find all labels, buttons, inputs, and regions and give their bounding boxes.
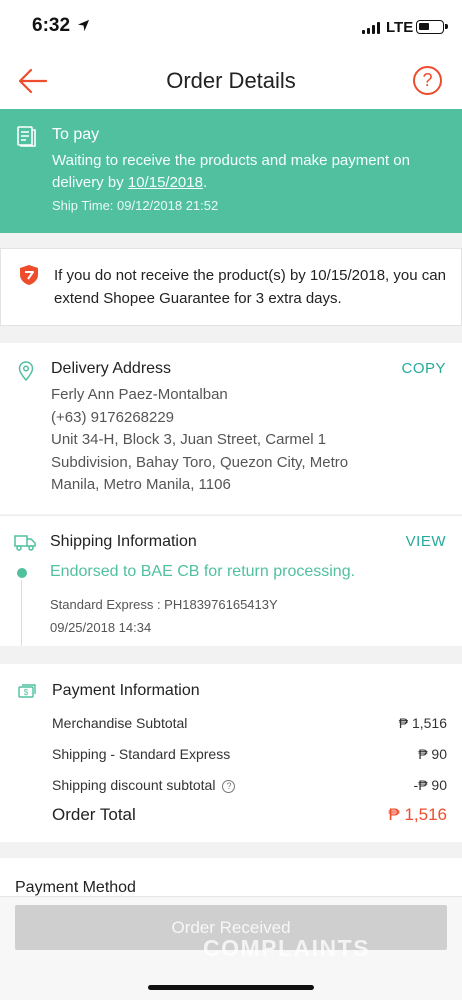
recipient-name: Ferly Ann Paez-Montalban xyxy=(51,386,228,403)
svg-text:$: $ xyxy=(24,688,29,697)
shipping-information-section: Shipping Information VIEW Endorsed to BA… xyxy=(0,515,462,646)
info-icon[interactable]: ? xyxy=(222,780,236,793)
timeline-dot xyxy=(17,568,27,578)
shipping-fee-row: Shipping - Standard Express ₱ 90 xyxy=(52,746,447,762)
payment-method-title: Payment Method xyxy=(15,879,136,896)
money-icon: $ xyxy=(18,684,36,698)
payment-method-section: Payment Method xyxy=(0,858,462,898)
row-value: -₱ 90 xyxy=(413,777,447,793)
shopee-guarantee-notice[interactable]: If you do not receive the product(s) by … xyxy=(0,248,462,326)
network-label: LTE xyxy=(386,19,414,36)
order-status-description: Waiting to receive the products and make… xyxy=(52,152,410,191)
due-date-link[interactable]: 10/15/2018 xyxy=(128,174,203,191)
shipping-update-time: 09/25/2018 14:34 xyxy=(50,620,152,635)
page-title: Order Details xyxy=(166,68,296,93)
address-details: Ferly Ann Paez-Montalban (+63) 917626822… xyxy=(51,384,396,497)
payment-information-section: $ Payment Information Merchandise Subtot… xyxy=(0,664,462,842)
help-icon[interactable]: ? xyxy=(413,66,442,95)
timeline-line xyxy=(21,580,22,646)
row-label: Merchandise Subtotal xyxy=(52,715,188,731)
order-total-label: Order Total xyxy=(52,805,136,824)
order-status-title: To pay xyxy=(52,126,100,143)
recipient-street: Unit 34-H, Block 3, Juan Street, Carmel … xyxy=(51,431,349,493)
copy-address-button[interactable]: COPY xyxy=(401,360,446,377)
location-pin-icon xyxy=(18,361,34,381)
recipient-phone: (+63) 9176268229 xyxy=(51,408,175,426)
truck-icon xyxy=(14,535,36,551)
guarantee-text: If you do not receive the product(s) by … xyxy=(54,267,446,307)
row-label: Shipping - Standard Express xyxy=(52,746,231,762)
delivery-address-title: Delivery Address xyxy=(51,360,172,377)
ship-time: Ship Time: 09/12/2018 21:52 xyxy=(52,198,219,213)
order-status-banner: To pay Waiting to receive the products a… xyxy=(0,109,462,233)
view-shipping-button[interactable]: VIEW xyxy=(406,533,446,550)
order-total-value: ₱ 1,516 xyxy=(388,805,447,824)
row-label: Shipping discount subtotal xyxy=(52,777,216,793)
nav-bar: Order Details ? xyxy=(0,52,462,109)
home-indicator[interactable] xyxy=(148,985,314,990)
shipping-discount-row: Shipping discount subtotal? -₱ 90 xyxy=(52,777,447,793)
shipping-status: Endorsed to BAE CB for return processing… xyxy=(50,563,356,580)
row-value: ₱ 90 xyxy=(418,746,447,762)
status-bar: 6:32 LTE xyxy=(0,0,462,52)
order-total-row: Order Total ₱ 1,516 xyxy=(52,805,447,825)
shield-icon xyxy=(20,265,38,285)
merchandise-subtotal-row: Merchandise Subtotal ₱ 1,516 xyxy=(52,715,447,731)
shipping-information-title: Shipping Information xyxy=(50,533,197,550)
battery-icon xyxy=(416,20,448,34)
tracking-number: Standard Express : PH183976165413Y xyxy=(50,597,278,612)
payment-information-title: Payment Information xyxy=(52,682,200,699)
row-value: ₱ 1,516 xyxy=(398,715,447,731)
watermark: COMPLAINTS xyxy=(203,935,371,961)
signal-icon xyxy=(362,22,380,34)
receipt-icon xyxy=(17,126,36,147)
status-time: 6:32 xyxy=(32,15,71,36)
bottom-action-bar: Order Received COMPLAINTS xyxy=(0,896,462,1000)
delivery-address-section: Delivery Address COPY Ferly Ann Paez-Mon… xyxy=(0,343,462,514)
location-arrow-icon xyxy=(77,19,90,32)
